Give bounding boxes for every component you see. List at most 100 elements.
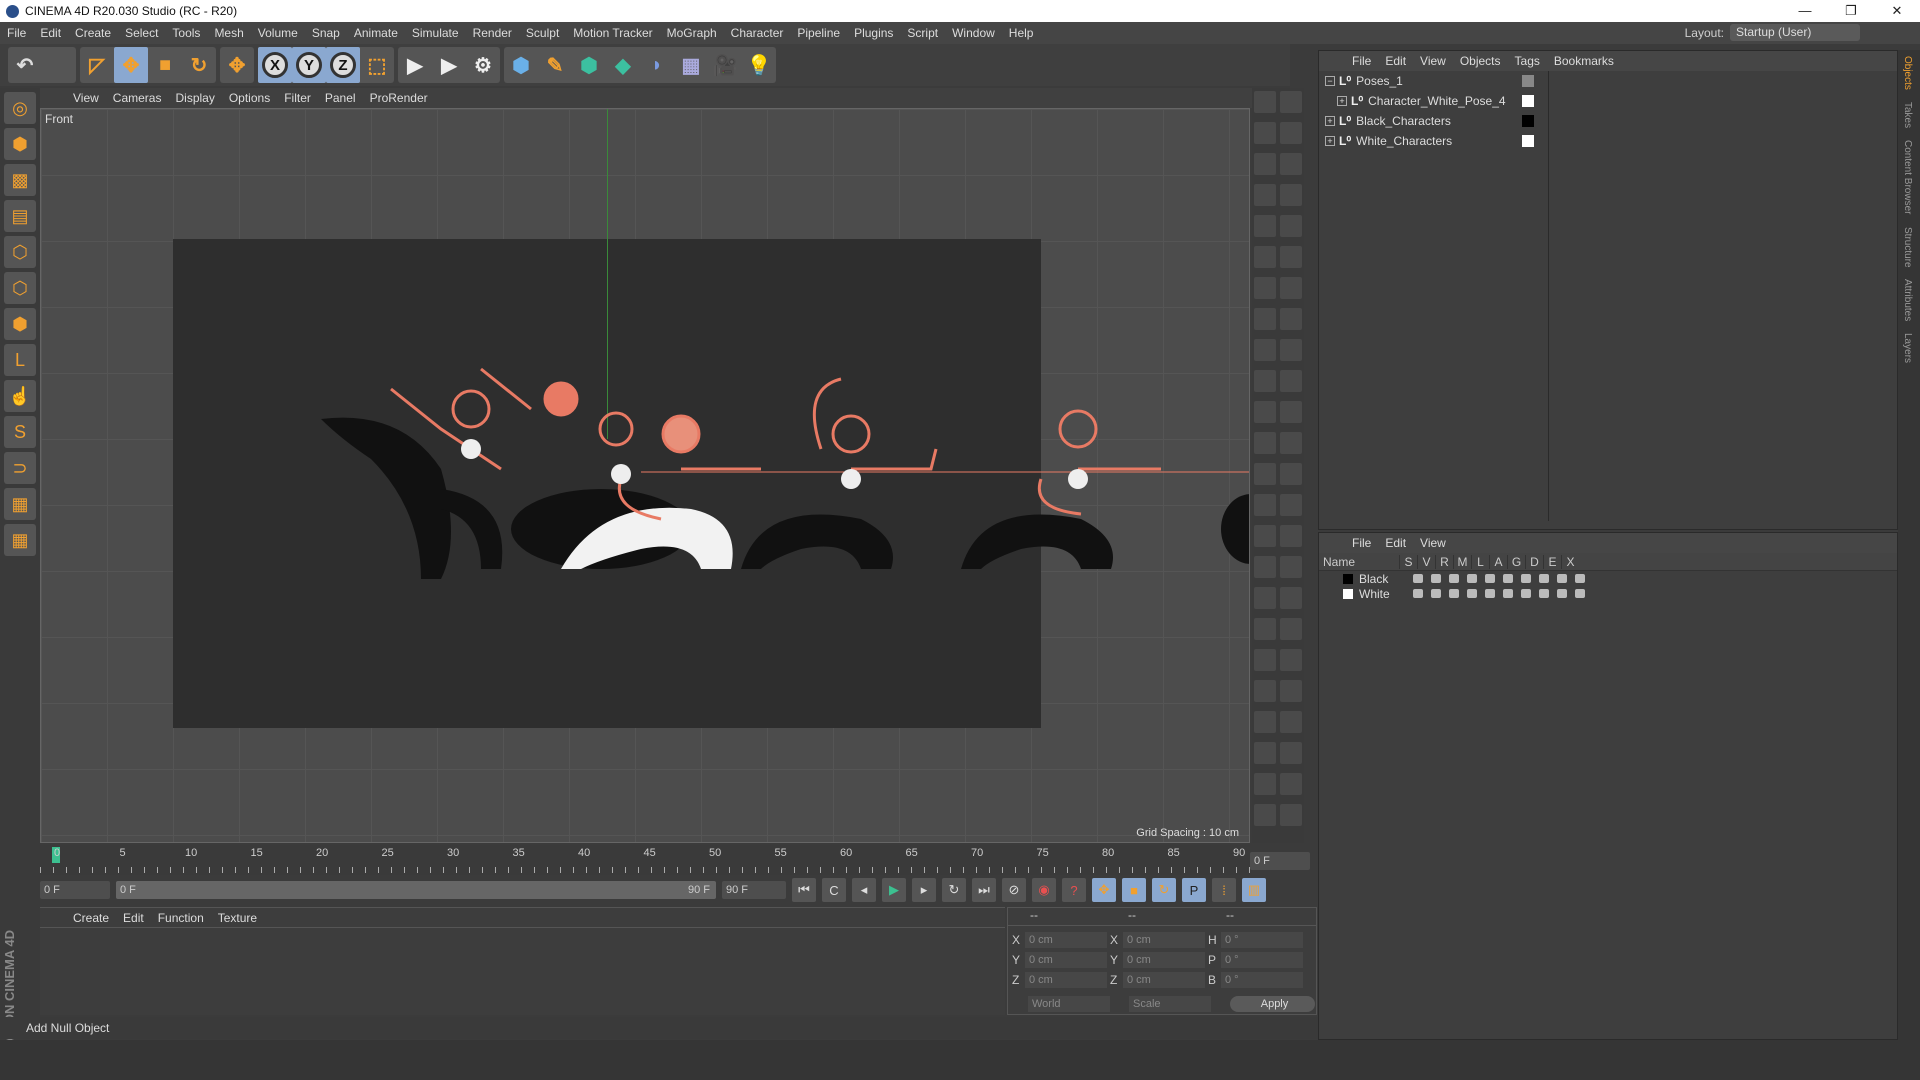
tool-icon[interactable] (1254, 122, 1276, 144)
solo-toggle-icon[interactable] (1413, 589, 1423, 598)
menu-objects[interactable]: Objects (1453, 54, 1508, 68)
range-slider[interactable]: 0 F 90 F (116, 881, 716, 899)
lock-workplane-icon[interactable]: ▦ (4, 488, 36, 520)
key-rotation-icon[interactable]: ↻ (1152, 878, 1176, 902)
undo-icon[interactable]: ↶ (8, 47, 42, 83)
tool-icon[interactable] (1254, 494, 1276, 516)
close-button[interactable]: ✕ (1874, 0, 1920, 22)
menu-function[interactable]: Function (151, 911, 211, 925)
expand-toggle[interactable]: + (1337, 96, 1347, 106)
tool-icon[interactable] (1254, 618, 1276, 640)
viewport-menu-display[interactable]: Display (168, 91, 221, 105)
tool-icon[interactable] (1254, 308, 1276, 330)
locked-toggle-icon[interactable] (1485, 589, 1495, 598)
tool-icon[interactable] (1254, 401, 1276, 423)
viewport-front[interactable]: Front Grid Spacing : 10 cm (40, 108, 1250, 843)
camera-icon[interactable]: 🎥 (708, 47, 742, 83)
tool-icon[interactable] (1254, 184, 1276, 206)
menu-plugins[interactable]: Plugins (847, 26, 900, 40)
side-tab-takes[interactable]: Takes (1898, 96, 1917, 134)
key-parameter-icon[interactable]: P (1182, 878, 1206, 902)
menu-file[interactable]: File (1345, 536, 1378, 550)
tool-icon[interactable] (1254, 525, 1276, 547)
menu-help[interactable]: Help (1002, 26, 1041, 40)
menu-character[interactable]: Character (724, 26, 791, 40)
tool-icon[interactable] (1280, 742, 1302, 764)
object-row[interactable]: + L⁰ Black_Characters (1319, 111, 1548, 131)
viewport-menu-cameras[interactable]: Cameras (106, 91, 169, 105)
light-icon[interactable]: 💡 (742, 47, 776, 83)
render-toggle-icon[interactable] (1449, 574, 1459, 583)
tool-icon[interactable] (1280, 215, 1302, 237)
snap-icon[interactable]: ⊃ (4, 452, 36, 484)
tool-icon[interactable] (1280, 711, 1302, 733)
tool-icon[interactable] (1280, 804, 1302, 826)
side-tab-content-browser[interactable]: Content Browser (1898, 134, 1917, 220)
tool-icon[interactable] (1280, 494, 1302, 516)
planar-workplane-icon[interactable]: ▦ (4, 524, 36, 556)
menu-volume[interactable]: Volume (251, 26, 305, 40)
play-icon[interactable]: ▶ (882, 878, 906, 902)
tool-icon[interactable] (1280, 680, 1302, 702)
menu-file[interactable]: File (1345, 54, 1378, 68)
generators-toggle-icon[interactable] (1521, 574, 1531, 583)
y-axis-icon[interactable]: Y (292, 47, 326, 83)
menu-create[interactable]: Create (66, 911, 116, 925)
viewport-menu-panel[interactable]: Panel (318, 91, 363, 105)
viewport-menu-prorender[interactable]: ProRender (363, 91, 435, 105)
tool-icon[interactable] (1280, 122, 1302, 144)
coordinate-mode-dropdown[interactable]: World (1028, 996, 1110, 1012)
tool-icon[interactable] (1254, 215, 1276, 237)
key-position-icon[interactable]: ✥ (1092, 878, 1116, 902)
menu-edit[interactable]: Edit (1378, 536, 1413, 550)
tool-icon[interactable] (1280, 246, 1302, 268)
menu-render[interactable]: Render (466, 26, 519, 40)
object-row[interactable]: + L⁰ Character_White_Pose_4 (1319, 91, 1548, 111)
xref-toggle-icon[interactable] (1575, 574, 1585, 583)
pen-icon[interactable]: ✎ (538, 47, 572, 83)
expressions-toggle-icon[interactable] (1557, 589, 1567, 598)
cloner-icon[interactable]: ◆ (606, 47, 640, 83)
solo-toggle-icon[interactable] (1413, 574, 1423, 583)
expand-toggle[interactable]: + (1325, 136, 1335, 146)
next-frame-icon[interactable]: ▸ (912, 878, 936, 902)
deformer-icon[interactable]: ◗ (640, 47, 674, 83)
tool-icon[interactable] (1254, 711, 1276, 733)
maximize-button[interactable]: ❐ (1828, 0, 1874, 22)
layer-color-swatch[interactable] (1522, 75, 1534, 87)
column-v[interactable]: V (1417, 554, 1435, 569)
rotate-icon[interactable]: ↻ (182, 47, 216, 83)
coord-field[interactable]: 0 cm (1025, 972, 1107, 988)
column-l[interactable]: L (1471, 554, 1489, 569)
expand-toggle[interactable]: + (1325, 116, 1335, 126)
side-tab-structure[interactable]: Structure (1898, 221, 1917, 274)
tool-icon[interactable] (1254, 277, 1276, 299)
tool-icon[interactable] (1280, 339, 1302, 361)
next-key-icon[interactable]: ↻ (942, 878, 966, 902)
menu-bookmarks[interactable]: Bookmarks (1547, 54, 1621, 68)
start-frame-field[interactable]: 0 F (40, 881, 110, 899)
deformers-toggle-icon[interactable] (1539, 574, 1549, 583)
tool-icon[interactable] (1280, 401, 1302, 423)
column-a[interactable]: A (1489, 554, 1507, 569)
workplane-icon[interactable]: ▤ (4, 200, 36, 232)
visible-editor-toggle-icon[interactable] (1431, 574, 1441, 583)
make-editable-icon[interactable]: ◎ (4, 92, 36, 124)
go-to-start-icon[interactable]: ⏮ (792, 878, 816, 902)
menu-edit[interactable]: Edit (116, 911, 151, 925)
tool-icon[interactable] (1280, 618, 1302, 640)
current-frame-field[interactable]: 0 F (1250, 852, 1310, 870)
menu-window[interactable]: Window (945, 26, 1002, 40)
minimize-button[interactable]: — (1782, 0, 1828, 22)
menu-mograph[interactable]: MoGraph (660, 26, 724, 40)
animation-toggle-icon[interactable] (1503, 574, 1513, 583)
tool-icon[interactable] (1280, 649, 1302, 671)
solo-icon[interactable]: S (4, 416, 36, 448)
layer-row[interactable]: Black (1319, 571, 1897, 586)
render-settings-icon[interactable]: ⚙ (466, 47, 500, 83)
menu-tags[interactable]: Tags (1508, 54, 1547, 68)
record-icon[interactable]: ⊘ (1002, 878, 1026, 902)
side-tab-objects[interactable]: Objects (1898, 50, 1917, 96)
tool-icon[interactable] (1254, 370, 1276, 392)
tool-icon[interactable] (1280, 277, 1302, 299)
